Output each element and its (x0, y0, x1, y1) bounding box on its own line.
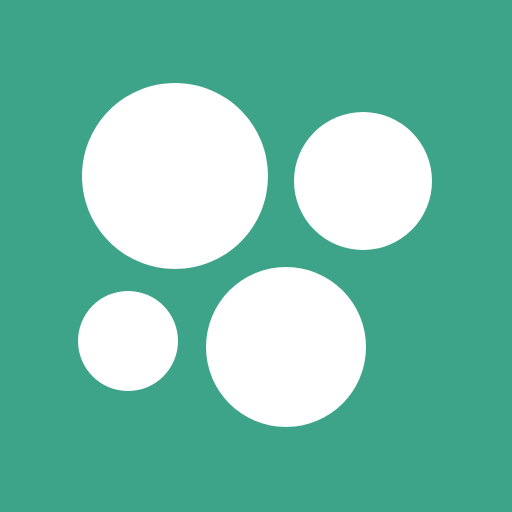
circle-large-top-left (82, 83, 268, 269)
four-circles-icon (0, 0, 512, 512)
app-icon (0, 0, 512, 512)
circle-small-bottom-left (78, 291, 178, 391)
circle-large-bottom-center (206, 267, 366, 427)
circle-medium-top-right (294, 112, 432, 250)
icon-background (0, 0, 512, 512)
